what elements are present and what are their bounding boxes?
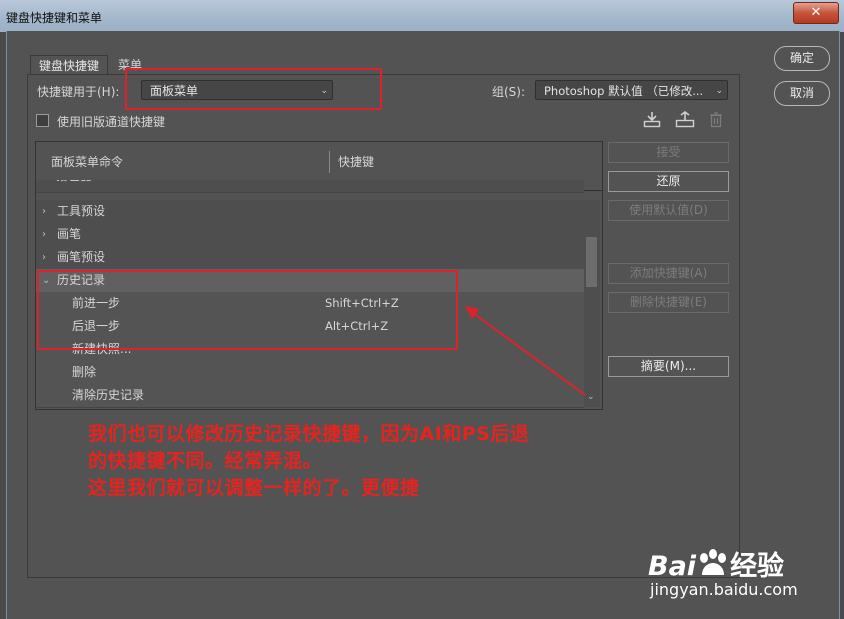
legacy-channel-checkbox[interactable] <box>36 114 49 127</box>
annotation-text-line1: 我们也可以修改历史记录快捷键，因为AI和PS后退 <box>88 423 530 445</box>
tab-keyboard-shortcuts[interactable]: 键盘快捷键 <box>30 55 108 76</box>
column-divider <box>329 151 330 173</box>
annotation-highlight-box <box>125 68 382 110</box>
row-label: 清除历史记录 <box>72 388 145 402</box>
table-row[interactable]: 拾色器 <box>36 180 584 193</box>
annotation-highlight-box <box>37 270 458 350</box>
window-title: 键盘快捷键和菜单 <box>6 11 103 25</box>
row-label: 画笔预设 <box>57 250 106 264</box>
close-button[interactable]: ✕ <box>793 2 839 24</box>
watermark-logo: Bai 经验 <box>648 544 784 583</box>
table-row[interactable]: › 画笔预设 <box>36 246 584 270</box>
table-row[interactable]: › 画笔 <box>36 223 584 247</box>
table-row[interactable]: › 工具预设 <box>36 200 584 224</box>
group-select[interactable]: Photoshop 默认值 （已修改... ⌄ <box>535 80 728 100</box>
ok-button[interactable]: 确定 <box>774 46 830 71</box>
group-label: 组(S): <box>492 85 526 99</box>
chevron-right-icon[interactable]: › <box>42 200 46 223</box>
annotation-arrow <box>465 306 586 396</box>
scrollbar-thumb[interactable] <box>586 237 597 287</box>
title-bar: 键盘快捷键和菜单 ✕ <box>0 0 844 32</box>
use-default-button[interactable]: 使用默认值(D) <box>608 200 729 221</box>
trash-icon[interactable] <box>709 112 723 132</box>
chevron-right-icon[interactable]: › <box>42 246 46 269</box>
row-label: 删除 <box>72 365 97 379</box>
column-header-command[interactable]: 面板菜单命令 <box>51 153 123 170</box>
annotation-text-line3: 这里我们就可以调整一样的了。更便捷 <box>88 477 420 499</box>
chevron-right-icon[interactable]: › <box>42 223 46 246</box>
row-label: 画笔 <box>57 227 82 241</box>
new-set-icon[interactable] <box>675 111 695 132</box>
row-label: 拾色器 <box>56 180 92 188</box>
watermark-brand: Bai <box>648 551 697 582</box>
shortcuts-for-label: 快捷键用于(H): <box>37 85 120 99</box>
group-value: Photoshop 默认值 （已修改... <box>544 84 704 98</box>
undo-button[interactable]: 还原 <box>608 171 729 192</box>
delete-shortcut-button[interactable]: 删除快捷键(E) <box>608 292 729 313</box>
add-shortcut-button[interactable]: 添加快捷键(A) <box>608 263 729 284</box>
watermark-brand2: 经验 <box>730 551 785 582</box>
column-header-shortcut[interactable]: 快捷键 <box>338 153 374 170</box>
cancel-button[interactable]: 取消 <box>774 81 830 106</box>
chevron-down-icon: ⌄ <box>715 86 723 96</box>
legacy-channel-label: 使用旧版通道快捷键 <box>57 115 166 129</box>
row-label: 工具预设 <box>57 204 106 218</box>
accept-button[interactable]: 接受 <box>608 142 729 163</box>
annotation-text-line2: 的快捷键不同。经常弄混。 <box>88 450 323 472</box>
summary-button[interactable]: 摘要(M)... <box>608 356 729 377</box>
watermark-url: jingyan.baidu.com <box>650 580 798 599</box>
save-icon[interactable] <box>643 111 661 132</box>
